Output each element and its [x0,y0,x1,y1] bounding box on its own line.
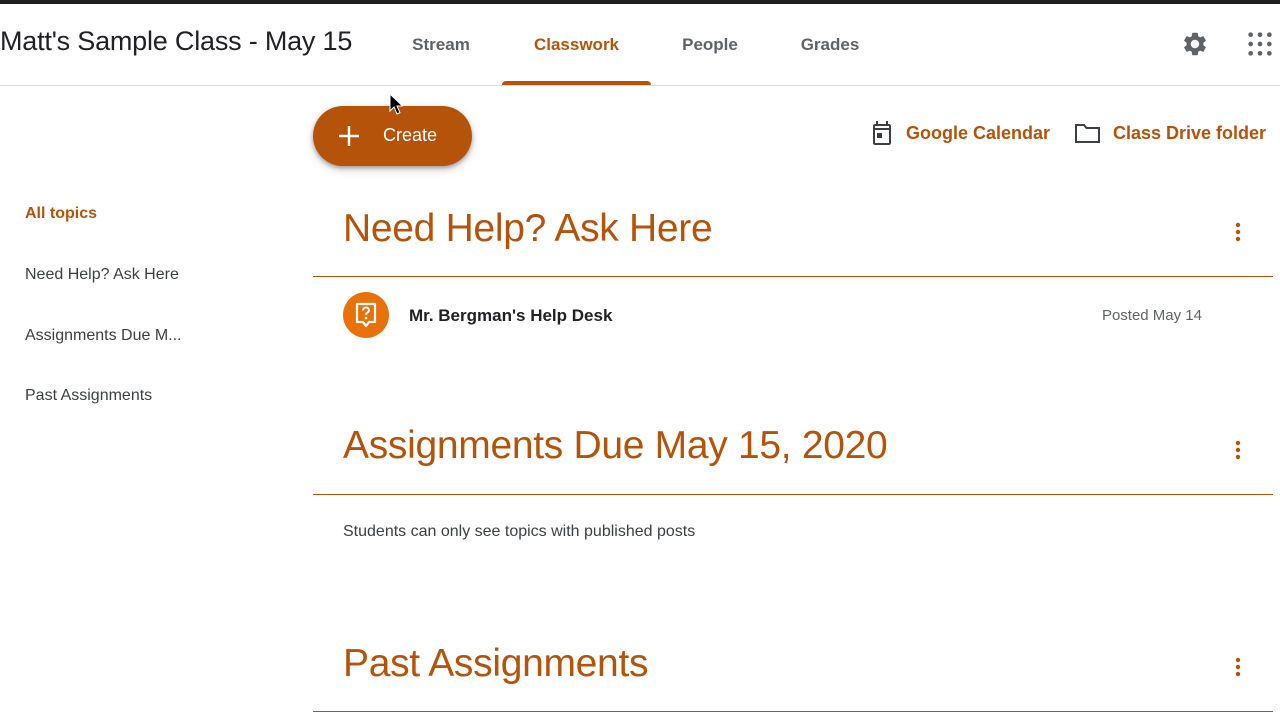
sidebar-item-past-assignments[interactable]: Past Assignments [25,387,185,405]
apps-grid-icon[interactable] [1246,30,1274,58]
topic-title-past-assignments: Past Assignments [343,642,649,685]
sidebar-item-need-help[interactable]: Need Help? Ask Here [25,266,185,284]
settings-gear-icon[interactable] [1181,30,1209,58]
topic-empty-note: Students can only see topics with publis… [343,523,696,540]
class-drive-folder-link[interactable]: Class Drive folder [1074,118,1266,148]
tab-classwork-label: Classwork [533,34,620,54]
classroom-page: Matt's Sample Class - May 15 Stream Clas… [0,0,1280,720]
plus-icon [339,126,359,146]
create-button-label: Create [383,125,438,145]
google-calendar-label: Google Calendar [906,122,1051,143]
tab-people[interactable]: People [667,4,753,85]
tab-stream-label: Stream [412,34,470,54]
topic-more-options-icon[interactable] [1226,438,1250,462]
topic-divider [313,494,1273,495]
list-item[interactable]: Mr. Bergman's Help Desk Posted May 14 [313,287,1273,347]
tab-people-label: People [682,34,738,54]
topic-more-options-icon[interactable] [1226,655,1250,679]
folder-icon [1075,124,1100,143]
calendar-icon [873,121,891,145]
item-title: Mr. Bergman's Help Desk [409,306,613,325]
create-button[interactable]: Create [313,106,472,166]
item-posted-date: Posted May 14 [1101,307,1202,324]
sidebar-item-all-topics[interactable]: All topics [25,205,185,223]
topic-more-options-icon[interactable] [1226,220,1250,244]
class-drive-folder-label: Class Drive folder [1113,122,1267,143]
topic-title-need-help: Need Help? Ask Here [343,207,713,250]
tab-classwork[interactable]: Classwork [502,4,651,85]
google-calendar-link[interactable]: Google Calendar [870,118,1050,148]
mouse-cursor-icon [389,93,403,115]
sidebar-item-assignments-due[interactable]: Assignments Due M... [25,327,185,345]
topic-title-assignments-due: Assignments Due May 15, 2020 [343,424,888,467]
tab-grades-label: Grades [800,34,860,54]
class-title[interactable]: Matt's Sample Class - May 15 [0,26,352,57]
topic-divider [313,711,1273,712]
topic-divider [313,276,1273,277]
question-icon [343,292,389,338]
tab-grades[interactable]: Grades [784,4,876,85]
header-bar: Matt's Sample Class - May 15 Stream Clas… [0,4,1280,86]
tab-stream[interactable]: Stream [396,4,486,85]
